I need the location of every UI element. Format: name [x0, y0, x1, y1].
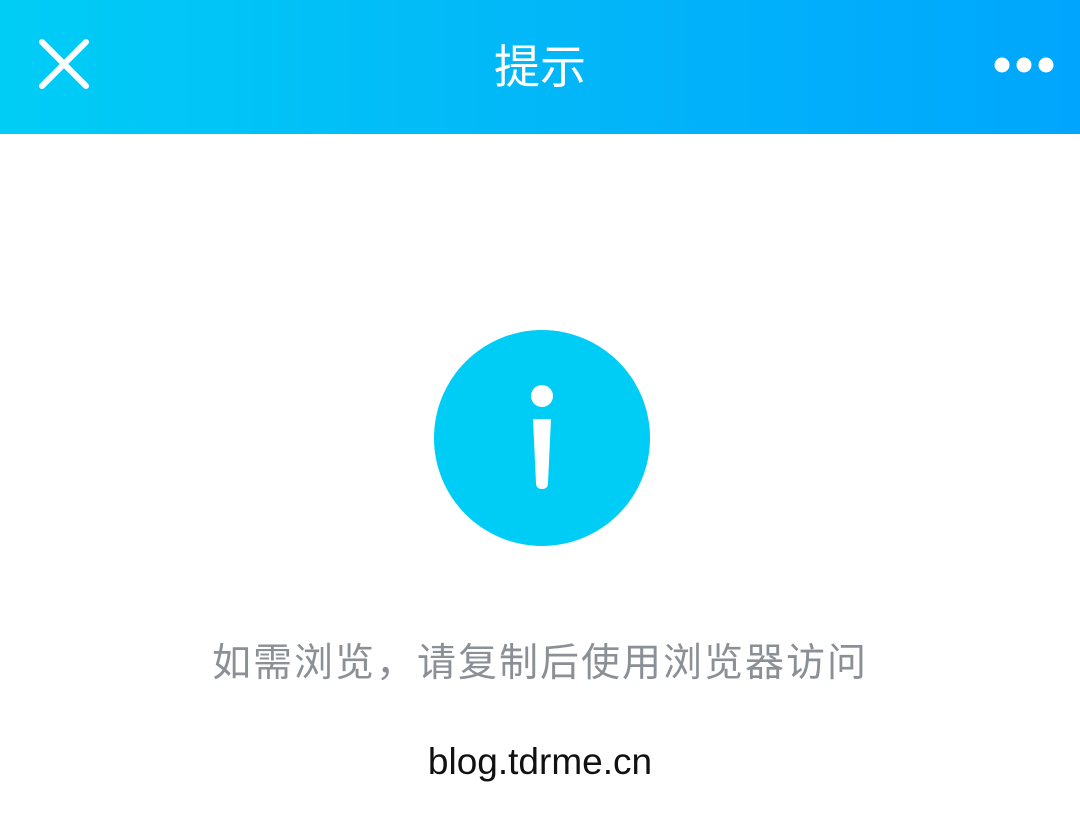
more-options-button[interactable] [988, 46, 1060, 86]
top-bar: 提示 [0, 0, 1080, 134]
info-icon [433, 329, 651, 547]
page-title: 提示 [494, 40, 586, 94]
close-icon [39, 39, 89, 89]
more-horizontal-icon [994, 57, 1054, 73]
close-button[interactable] [34, 34, 94, 94]
notice-message: 如需浏览，请复制后使用浏览器访问 [211, 641, 868, 686]
url-text: blog.tdrme.cn [427, 741, 653, 782]
